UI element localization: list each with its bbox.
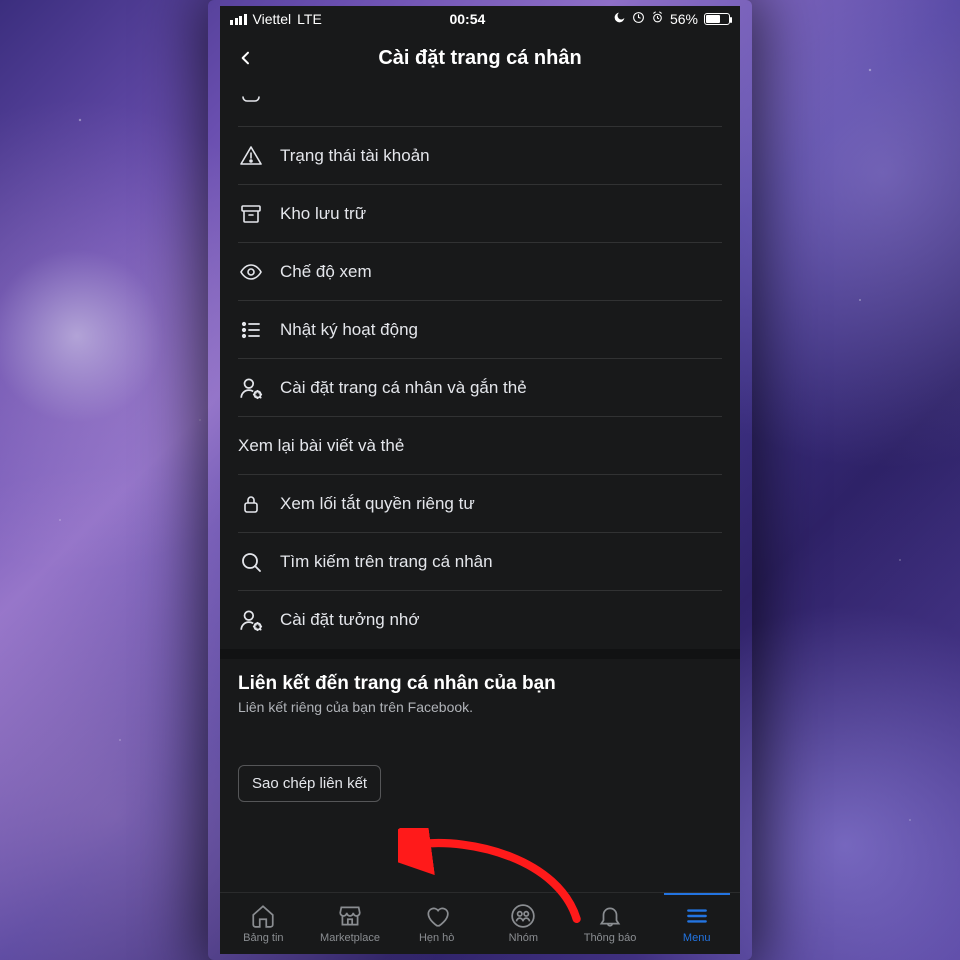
list-item-label: Trạng thái tài khoản [280, 130, 430, 182]
link-section-subtitle: Liên kết riêng của bạn trên Facebook. [238, 699, 722, 715]
alarm-icon [651, 11, 664, 27]
tab-menu[interactable]: Menu [653, 893, 740, 954]
person-gear-icon [238, 375, 264, 401]
heart-icon [424, 903, 450, 929]
search-icon [238, 549, 264, 575]
battery-fill [706, 15, 720, 23]
archive-box-icon [238, 201, 264, 227]
link-section-body: Sao chép liên kết [238, 725, 722, 820]
battery-percent: 56% [670, 11, 698, 27]
page-header: Cài đặt trang cá nhân [220, 32, 740, 84]
home-icon [250, 903, 276, 929]
list-item-view-mode[interactable]: Chế độ xem [238, 243, 722, 301]
list-item-label: Cài đặt trang cá nhân và gắn thẻ [280, 362, 527, 414]
list-item-partial[interactable] [238, 84, 722, 127]
tab-marketplace[interactable]: Marketplace [307, 893, 394, 954]
bottom-tab-bar: Bảng tin Marketplace Hẹn hò Nhóm Thông b… [220, 892, 740, 954]
list-item-label: Kho lưu trữ [280, 188, 366, 240]
tab-label: Hẹn hò [419, 932, 454, 944]
status-time: 00:54 [449, 11, 485, 27]
list-icon [238, 317, 264, 343]
list-item-search-profile[interactable]: Tìm kiếm trên trang cá nhân [238, 533, 722, 591]
tab-feed[interactable]: Bảng tin [220, 893, 307, 954]
list-item-memorial[interactable]: Cài đặt tưởng nhớ [238, 591, 722, 649]
settings-list[interactable]: Trạng thái tài khoản Kho lưu trữ Chế độ … [220, 84, 740, 892]
tab-notifications[interactable]: Thông báo [567, 893, 654, 954]
tab-label: Marketplace [320, 932, 380, 944]
list-item-label: Xem lại bài viết và thẻ [238, 420, 404, 472]
tab-label: Menu [683, 932, 711, 944]
list-item-label: Tìm kiếm trên trang cá nhân [280, 536, 493, 588]
eye-icon [238, 259, 264, 285]
group-icon [510, 903, 536, 929]
list-item-label: Nhật ký hoạt động [280, 304, 418, 356]
person-gear-icon [238, 607, 264, 633]
alert-triangle-icon [238, 143, 264, 169]
list-item-review-posts[interactable]: Xem lại bài viết và thẻ [238, 417, 722, 475]
page-title: Cài đặt trang cá nhân [228, 47, 732, 70]
tab-groups[interactable]: Nhóm [480, 893, 567, 954]
network-label: LTE [297, 11, 322, 27]
carrier-label: Viettel [253, 11, 292, 27]
copy-link-button[interactable]: Sao chép liên kết [238, 765, 381, 802]
store-icon [337, 903, 363, 929]
list-item-account-status[interactable]: Trạng thái tài khoản [238, 127, 722, 185]
signal-bars-icon [230, 14, 247, 25]
menu-icon [684, 903, 710, 929]
tab-label: Thông báo [584, 932, 637, 944]
battery-icon [704, 13, 730, 25]
list-item-archive[interactable]: Kho lưu trữ [238, 185, 722, 243]
tab-label: Bảng tin [243, 932, 283, 944]
tab-label: Nhóm [509, 932, 538, 944]
link-section-title: Liên kết đến trang cá nhân của bạn [238, 673, 722, 695]
tab-dating[interactable]: Hẹn hò [393, 893, 480, 954]
list-item-activity-log[interactable]: Nhật ký hoạt động [238, 301, 722, 359]
list-item-label: Cài đặt tưởng nhớ [280, 594, 420, 646]
lock-icon [238, 491, 264, 517]
moon-icon [613, 11, 626, 27]
status-bar: Viettel LTE 00:54 56% [220, 6, 740, 32]
lock-orientation-icon [632, 11, 645, 27]
list-item-label: Chế độ xem [280, 246, 372, 298]
section-divider [220, 649, 740, 659]
phone-screen: Viettel LTE 00:54 56% Cài đặt trang cá n… [220, 6, 740, 954]
list-item-label: Xem lối tắt quyền riêng tư [280, 478, 475, 530]
list-item-profile-tagging[interactable]: Cài đặt trang cá nhân và gắn thẻ [238, 359, 722, 417]
bell-icon [597, 903, 623, 929]
list-item-privacy-shortcut[interactable]: Xem lối tắt quyền riêng tư [238, 475, 722, 533]
blank-icon-bottom [238, 90, 264, 116]
link-section-header: Liên kết đến trang cá nhân của bạn Liên … [238, 659, 722, 725]
